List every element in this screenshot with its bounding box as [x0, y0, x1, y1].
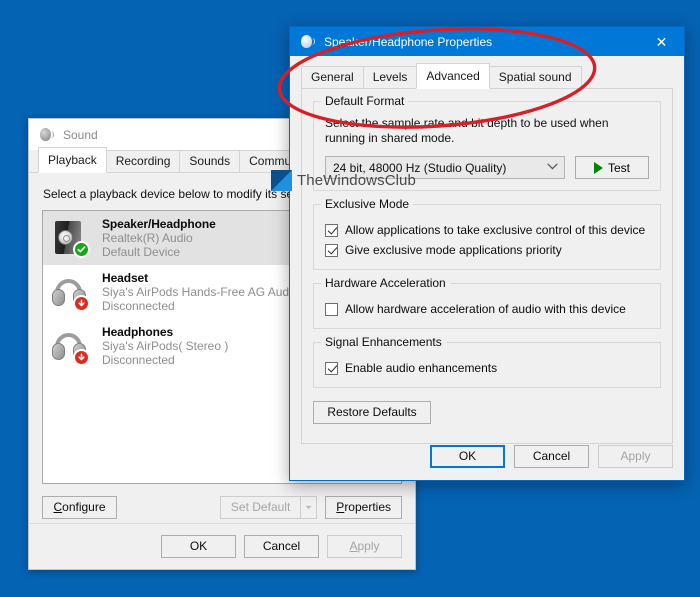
set-default-dropdown-arrow[interactable]	[300, 496, 318, 519]
device-info: Headphones Siya's AirPods( Stereo ) Disc…	[102, 325, 228, 367]
test-button[interactable]: Test	[575, 156, 649, 179]
chevron-down-icon	[547, 162, 558, 173]
properties-titlebar[interactable]: Speaker/Headphone Properties ✕	[290, 27, 684, 56]
exclusive-control-checkbox[interactable]	[325, 223, 338, 237]
thewindowsclub-logo	[271, 170, 292, 191]
signal-enhancements-legend: Signal Enhancements	[321, 335, 446, 349]
device-name: Headphones	[102, 325, 174, 339]
device-status: Disconnected	[102, 353, 175, 367]
properties-apply-button[interactable]: Apply	[598, 445, 673, 468]
device-driver: Siya's AirPods Hands-Free AG Audio	[102, 285, 299, 299]
device-status: Disconnected	[102, 299, 175, 313]
set-default-button[interactable]: Set Default	[219, 496, 301, 519]
device-driver: Realtek(R) Audio	[102, 231, 193, 245]
properties-dialog-title: Speaker/Headphone Properties	[324, 34, 493, 49]
audio-enhancements-label: Enable audio enhancements	[345, 361, 498, 375]
sound-window-footer: OK Cancel Apply	[29, 523, 415, 569]
tab-advanced[interactable]: Advanced	[416, 63, 490, 89]
configure-button[interactable]: Configure	[42, 496, 117, 519]
properties-dialog-body: General Levels Advanced Spatial sound De…	[290, 56, 684, 480]
sound-window-title: Sound	[63, 127, 98, 142]
exclusive-priority-label: Give exclusive mode applications priorit…	[345, 243, 562, 257]
device-driver: Siya's AirPods( Stereo )	[102, 339, 229, 353]
speaker-box-icon	[51, 219, 90, 258]
exclusive-mode-group: Exclusive Mode Allow applications to tak…	[313, 197, 661, 270]
device-action-buttons: Configure Set Default Properties	[42, 496, 402, 519]
speaker-headphone-properties-dialog[interactable]: Speaker/Headphone Properties ✕ General L…	[289, 26, 685, 481]
properties-button[interactable]: Properties	[325, 496, 402, 519]
device-name: Speaker/Headphone	[102, 217, 216, 231]
default-format-legend: Default Format	[321, 94, 409, 108]
green-check-badge	[73, 241, 90, 258]
default-format-description: Select the sample rate and bit depth to …	[325, 116, 609, 145]
exclusive-control-checkbox-row[interactable]: Allow applications to take exclusive con…	[325, 223, 649, 237]
sound-cancel-button[interactable]: Cancel	[244, 535, 319, 558]
watermark: TheWindowsClub	[271, 170, 416, 191]
hardware-acceleration-legend: Hardware Acceleration	[321, 276, 450, 290]
hardware-acceleration-label: Allow hardware acceleration of audio wit…	[345, 302, 626, 316]
restore-defaults-button[interactable]: Restore Defaults	[313, 401, 431, 424]
sound-apply-button[interactable]: Apply	[327, 535, 402, 558]
tab-general[interactable]: General	[301, 66, 364, 88]
headphone-icon	[51, 273, 90, 312]
properties-dialog-footer: OK Cancel Apply	[301, 445, 673, 468]
properties-ok-button[interactable]: OK	[430, 445, 505, 468]
device-name: Headset	[102, 271, 148, 285]
device-info: Speaker/Headphone Realtek(R) Audio Defau…	[102, 217, 216, 259]
set-default-split-button: Set Default	[219, 496, 318, 519]
device-info: Headset Siya's AirPods Hands-Free AG Aud…	[102, 271, 298, 313]
device-status: Default Device	[102, 245, 181, 259]
tab-sounds[interactable]: Sounds	[179, 150, 241, 172]
close-icon[interactable]: ✕	[639, 27, 684, 56]
red-down-arrow-badge	[73, 349, 90, 366]
tab-spatial-sound[interactable]: Spatial sound	[488, 66, 582, 88]
hardware-acceleration-group: Hardware Acceleration Allow hardware acc…	[313, 276, 661, 329]
advanced-tab-page: Default Format Select the sample rate an…	[301, 89, 673, 444]
speaker-icon	[299, 34, 315, 50]
red-down-arrow-badge	[73, 295, 90, 312]
tab-recording[interactable]: Recording	[105, 150, 181, 172]
headphone-icon	[51, 327, 90, 366]
tab-levels[interactable]: Levels	[362, 66, 418, 88]
properties-cancel-button[interactable]: Cancel	[514, 445, 589, 468]
audio-enhancements-checkbox[interactable]	[325, 361, 338, 375]
hardware-acceleration-checkbox-row[interactable]: Allow hardware acceleration of audio wit…	[325, 302, 649, 316]
test-button-label: Test	[607, 160, 630, 175]
exclusive-priority-checkbox-row[interactable]: Give exclusive mode applications priorit…	[325, 243, 649, 257]
watermark-text: TheWindowsClub	[297, 172, 416, 189]
speaker-icon	[38, 127, 54, 143]
sound-ok-button[interactable]: OK	[161, 535, 236, 558]
exclusive-control-label: Allow applications to take exclusive con…	[345, 223, 646, 237]
play-icon	[593, 161, 603, 174]
hardware-acceleration-checkbox[interactable]	[325, 302, 338, 316]
tab-playback[interactable]: Playback	[38, 147, 107, 173]
signal-enhancements-group: Signal Enhancements Enable audio enhance…	[313, 335, 661, 388]
exclusive-priority-checkbox[interactable]	[325, 243, 338, 257]
properties-tabstrip[interactable]: General Levels Advanced Spatial sound	[301, 63, 673, 89]
audio-enhancements-checkbox-row[interactable]: Enable audio enhancements	[325, 361, 649, 375]
exclusive-mode-legend: Exclusive Mode	[321, 197, 414, 211]
